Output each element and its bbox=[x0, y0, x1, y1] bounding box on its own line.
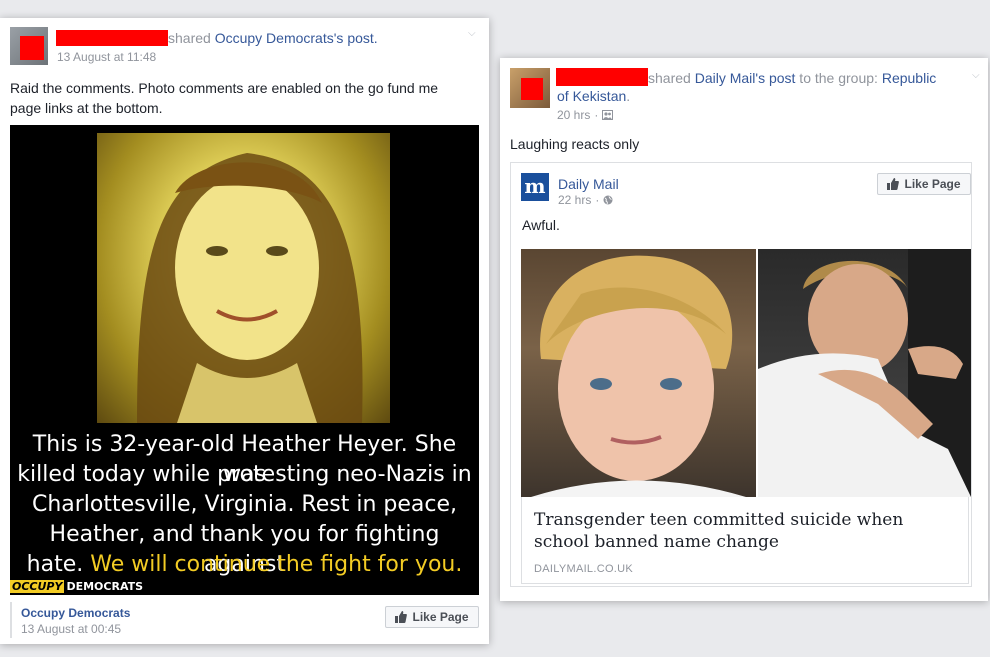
right-poster-avatar[interactable] bbox=[510, 68, 550, 108]
poster-name-redaction bbox=[56, 30, 168, 46]
thumbs-up-icon bbox=[887, 178, 900, 190]
link-preview[interactable]: Transgender teen committed suicide when … bbox=[521, 497, 969, 584]
poster-name-redaction bbox=[556, 68, 648, 86]
caption-line: Charlottesville, Virginia. Rest in peace… bbox=[31, 492, 458, 517]
article-photo-right bbox=[758, 249, 971, 497]
share-header: shared Occupy Democrats's post. bbox=[168, 30, 378, 46]
like-page-button[interactable]: Like Page bbox=[385, 606, 479, 628]
daily-mail-logo[interactable]: m bbox=[521, 173, 549, 201]
inner-post-text: Awful. bbox=[522, 217, 560, 233]
page-link-occupy-democrats[interactable]: Occupy Democrats bbox=[215, 30, 334, 46]
article-images[interactable] bbox=[521, 249, 971, 497]
chevron-down-icon[interactable]: ⌵ bbox=[468, 28, 476, 39]
post-text: Raid the comments. Photo comments are en… bbox=[10, 80, 439, 116]
link-domain: DAILYMAIL.CO.UK bbox=[534, 563, 634, 575]
source-timestamp[interactable]: 13 August at 00:45 bbox=[21, 622, 121, 636]
share-header-line2: of Kekistan. bbox=[557, 88, 631, 104]
like-page-button[interactable]: Like Page bbox=[877, 173, 971, 195]
chevron-down-icon[interactable]: ⌵ bbox=[972, 70, 980, 81]
post-timestamp[interactable]: 20 hrs · bbox=[557, 108, 614, 122]
left-post-card: shared Occupy Democrats's post. 13 Augus… bbox=[0, 18, 489, 644]
thumbs-up-icon bbox=[395, 611, 408, 623]
shared-image[interactable]: This is 32-year-old Heather Heyer. She w… bbox=[10, 125, 479, 595]
right-post-card: shared Daily Mail's post to the group: R… bbox=[500, 58, 988, 601]
left-poster-avatar[interactable] bbox=[10, 27, 48, 65]
page-link-daily-mail[interactable]: Daily Mail bbox=[695, 70, 756, 86]
group-audience-icon bbox=[602, 110, 614, 120]
caption-line: hate. We will continue the fight for you… bbox=[26, 552, 463, 577]
portrait-photo bbox=[97, 133, 390, 423]
shared-post-embed: m Daily Mail 22 hrs · Like Page Awful. T… bbox=[510, 162, 972, 587]
link-title[interactable]: Transgender teen committed suicide when … bbox=[534, 509, 954, 553]
post-timestamp[interactable]: 13 August at 11:48 bbox=[57, 50, 156, 64]
inner-timestamp[interactable]: 22 hrs · bbox=[558, 193, 613, 207]
avatar-redaction bbox=[521, 78, 543, 100]
occupy-democrats-logo: OCCUPY DEMOCRATS bbox=[10, 580, 144, 593]
source-page-link[interactable]: Occupy Democrats bbox=[21, 606, 130, 620]
post-link[interactable]: post bbox=[769, 70, 795, 86]
group-link[interactable]: Republic bbox=[882, 70, 936, 86]
article-photo-left bbox=[521, 249, 756, 497]
avatar-redaction bbox=[20, 36, 44, 60]
source-attribution bbox=[10, 602, 12, 638]
caption-line: killed today while protesting neo-Nazis … bbox=[17, 462, 472, 487]
group-link-continued[interactable]: of Kekistan bbox=[557, 88, 626, 104]
inner-page-link[interactable]: Daily Mail bbox=[558, 176, 619, 192]
share-header: shared Daily Mail's post to the group: R… bbox=[648, 70, 937, 86]
post-text: Laughing reacts only bbox=[510, 136, 640, 152]
globe-icon bbox=[603, 195, 613, 205]
